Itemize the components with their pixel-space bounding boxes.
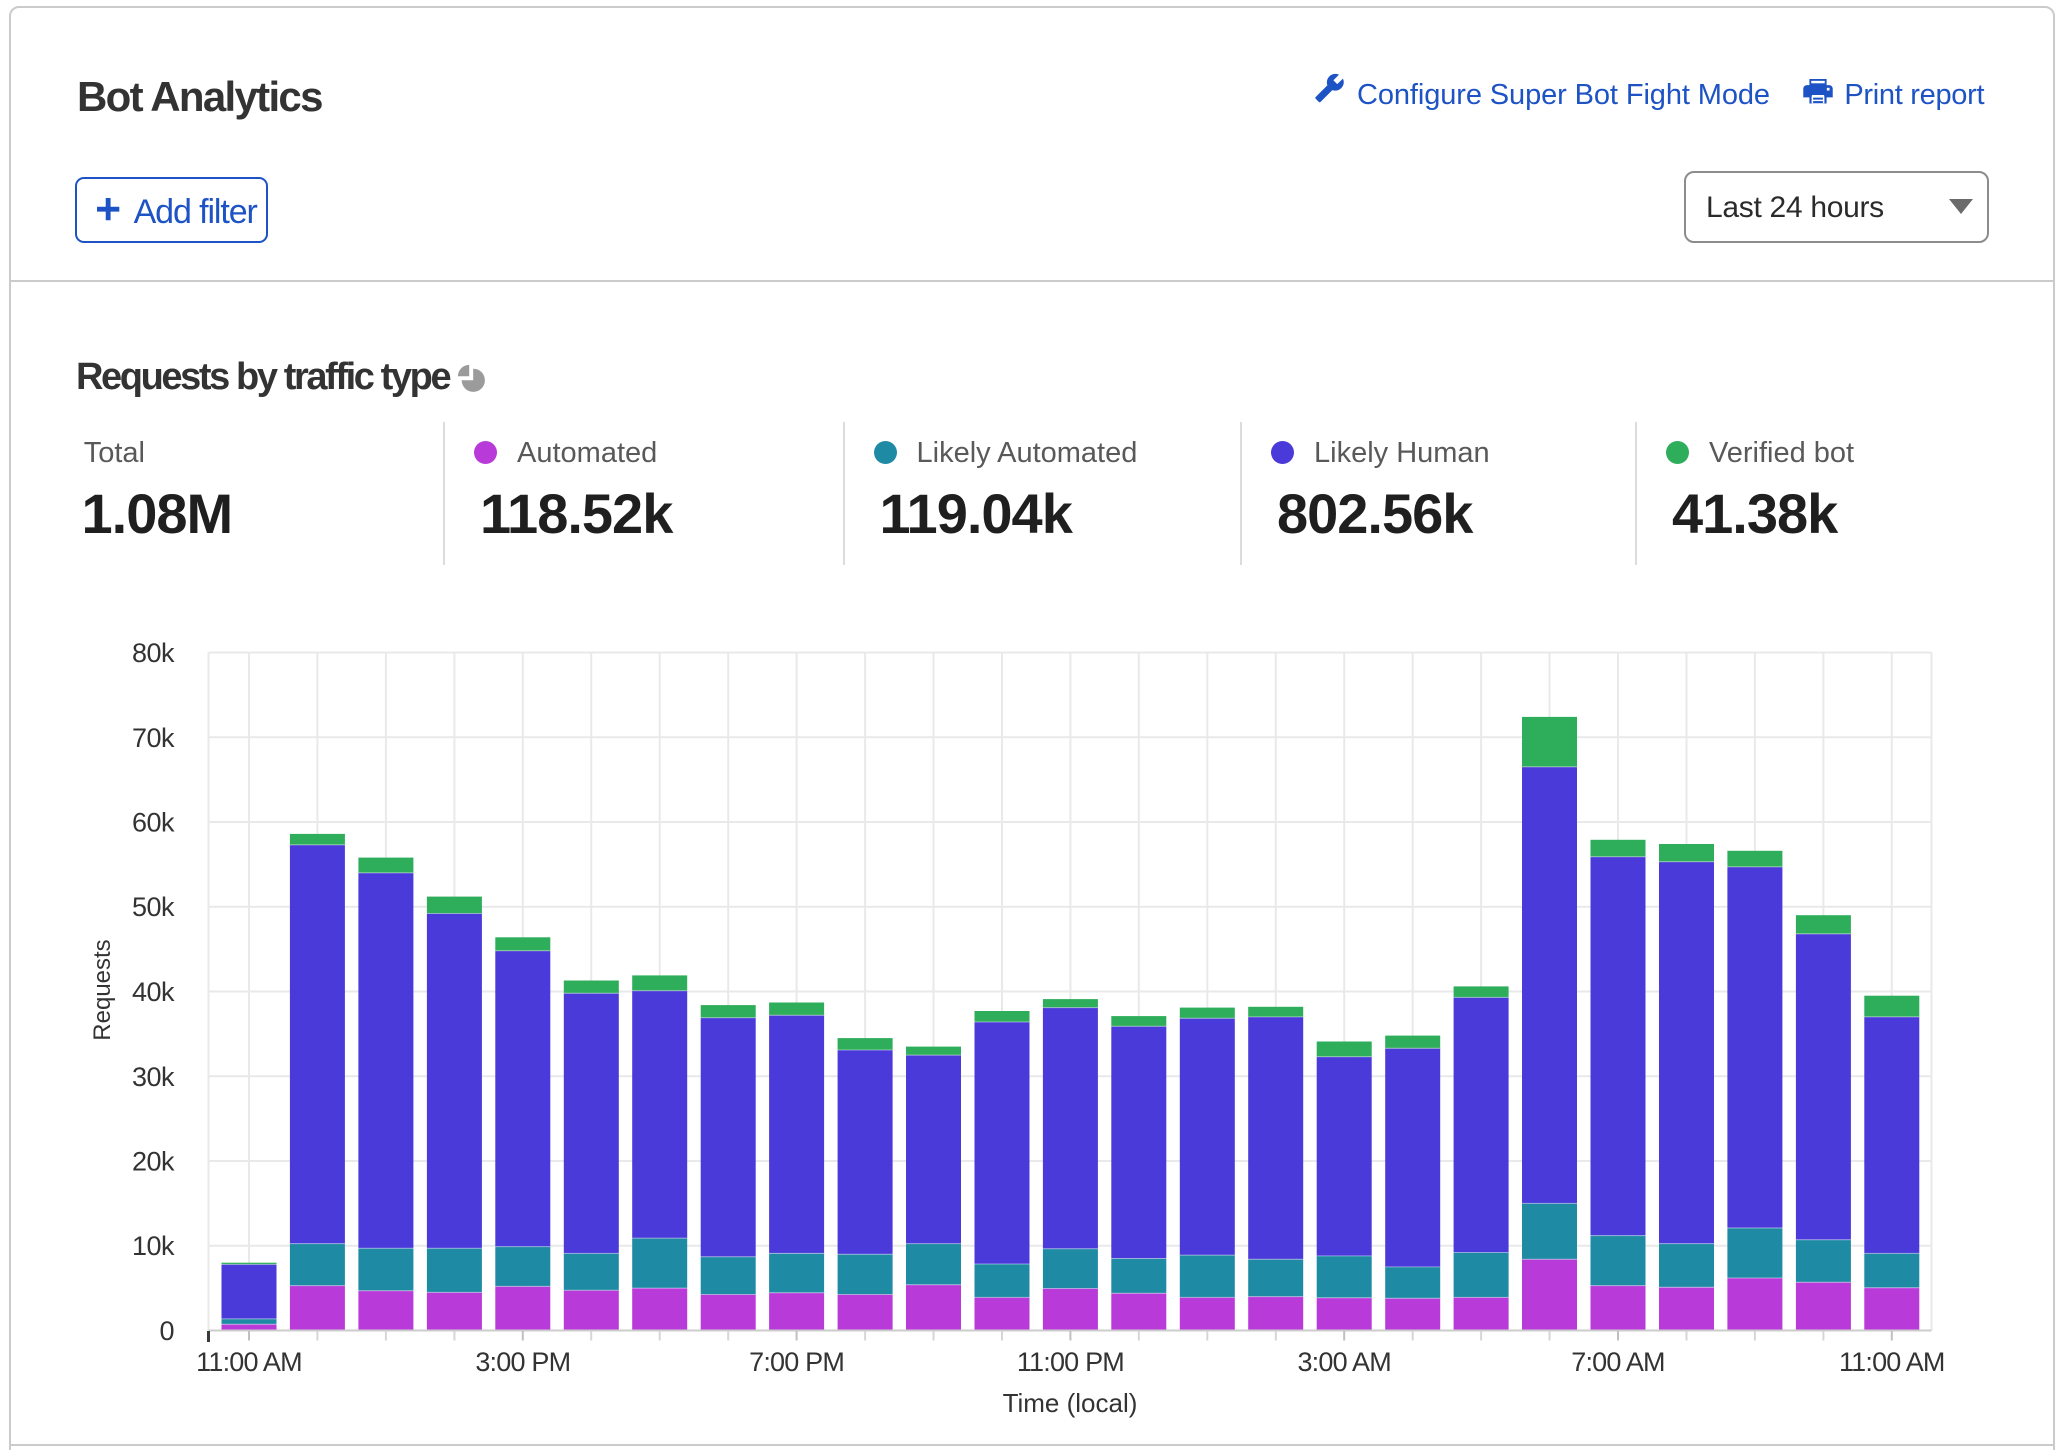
svg-text:7:00 PM: 7:00 PM xyxy=(749,1347,844,1377)
svg-text:Time (local): Time (local) xyxy=(1003,1388,1138,1418)
svg-text:70k: 70k xyxy=(132,723,175,753)
svg-text:Requests: Requests xyxy=(89,939,116,1040)
svg-text:50k: 50k xyxy=(132,892,175,922)
svg-text:3:00 PM: 3:00 PM xyxy=(475,1347,570,1377)
svg-text:80k: 80k xyxy=(132,638,175,668)
svg-text:0: 0 xyxy=(159,1316,174,1346)
svg-text:7:00 AM: 7:00 AM xyxy=(1571,1347,1664,1377)
svg-text:30k: 30k xyxy=(132,1062,175,1092)
svg-text:11:00 AM: 11:00 AM xyxy=(196,1347,302,1377)
svg-text:11:00 PM: 11:00 PM xyxy=(1017,1347,1124,1377)
svg-text:60k: 60k xyxy=(132,808,175,838)
svg-text:3:00 AM: 3:00 AM xyxy=(1297,1347,1390,1377)
svg-text:10k: 10k xyxy=(132,1231,175,1261)
svg-text:20k: 20k xyxy=(132,1147,175,1177)
svg-text:11:00 AM: 11:00 AM xyxy=(1839,1347,1945,1377)
svg-text:40k: 40k xyxy=(132,977,175,1007)
